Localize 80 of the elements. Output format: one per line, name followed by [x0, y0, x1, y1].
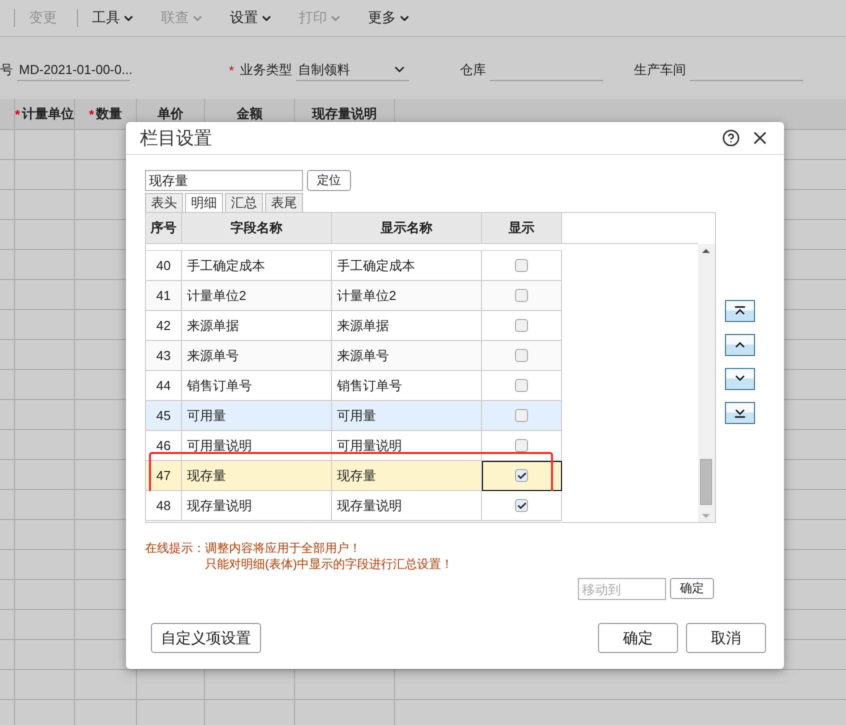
- required-mark: *: [228, 62, 234, 78]
- table-cell: 可用量: [182, 401, 332, 431]
- checkbox[interactable]: [515, 319, 528, 332]
- cancel-button[interactable]: 取消: [686, 623, 766, 653]
- notice-text: 调整内容将应用于全部用户！: [205, 540, 362, 556]
- row-number: 45: [146, 401, 182, 431]
- table-cell: 现存量: [332, 461, 482, 491]
- notice-text: 只能对明细(表体)中显示的字段进行汇总设置！: [205, 556, 454, 572]
- move-top-button[interactable]: [725, 300, 755, 322]
- row-number: 44: [146, 371, 182, 401]
- field-label: 号: [0, 61, 13, 79]
- table-cell: 销售订单号: [332, 371, 482, 401]
- table-cell: 销售订单号: [182, 371, 332, 401]
- table-cell: 现存量说明: [332, 491, 482, 521]
- table-cell: 计量单位2: [332, 281, 482, 311]
- table-cell: 手工确定成本: [182, 251, 332, 281]
- required-mark: *: [14, 106, 20, 122]
- checkbox[interactable]: [515, 289, 528, 302]
- field-label: 仓库: [460, 61, 486, 79]
- table-cell: 可用量说明: [182, 431, 332, 461]
- row-number: 40: [146, 251, 182, 281]
- toolbar-menu[interactable]: 设置: [224, 9, 279, 27]
- table-cell: 计量单位2: [182, 281, 332, 311]
- table-cell: 可用量说明: [332, 431, 482, 461]
- move-top-icon: [732, 305, 748, 317]
- row-number: 48: [146, 491, 182, 521]
- column-header: 序号: [150, 219, 176, 237]
- column-header: 字段名称: [230, 219, 282, 237]
- field-label: 业务类型: [240, 61, 292, 79]
- move-down-button[interactable]: [725, 368, 755, 390]
- row-number: 47: [146, 461, 182, 491]
- column-header: 金额: [236, 105, 262, 123]
- row-number: 46: [146, 431, 182, 461]
- help-icon[interactable]: [722, 129, 740, 147]
- checkbox[interactable]: [515, 469, 528, 482]
- notice-label: 在线提示：: [145, 540, 205, 556]
- move-bottom-icon: [732, 407, 748, 419]
- table-cell: 现存量: [182, 461, 332, 491]
- checkbox[interactable]: [515, 409, 528, 422]
- column-header: 单价: [158, 105, 184, 123]
- column-header: 显示: [508, 219, 534, 237]
- toolbar-menu[interactable]: 更多: [362, 9, 417, 27]
- column-header: 数量: [96, 105, 122, 123]
- scrollbar[interactable]: [698, 244, 715, 522]
- row-number: 41: [146, 281, 182, 311]
- toolbar-menu[interactable]: 工具: [77, 9, 141, 27]
- checkbox[interactable]: [515, 349, 528, 362]
- table-cell: 手工确定成本: [332, 251, 482, 281]
- checkbox[interactable]: [515, 379, 528, 392]
- field-label: 生产车间: [634, 61, 686, 79]
- move-up-button[interactable]: [725, 334, 755, 356]
- move-to-field[interactable]: 移动到: [578, 578, 666, 600]
- table-cell: 现存量说明: [182, 491, 332, 521]
- table-cell: 来源单据: [332, 311, 482, 341]
- column-header: 计量单位: [22, 105, 74, 123]
- tab[interactable]: 汇总: [225, 193, 263, 212]
- checkbox[interactable]: [515, 499, 528, 512]
- locate-button[interactable]: 定位: [307, 170, 351, 191]
- column-header: 显示名称: [380, 219, 432, 237]
- tab[interactable]: 表头: [145, 193, 183, 212]
- move-bottom-button[interactable]: [725, 402, 755, 424]
- tab[interactable]: 表尾: [265, 193, 303, 212]
- type-select[interactable]: 自制领料: [296, 59, 409, 81]
- search-field[interactable]: 现存量: [145, 170, 303, 191]
- confirm-move-button[interactable]: 确定: [670, 578, 714, 599]
- checkbox[interactable]: [515, 439, 528, 452]
- dialog-title: 栏目设置: [140, 127, 213, 150]
- tab[interactable]: 明细: [185, 193, 223, 212]
- required-mark: *: [88, 106, 94, 122]
- ok-button[interactable]: 确定: [598, 623, 678, 653]
- table-cell: 来源单号: [332, 341, 482, 371]
- custom-fields-button[interactable]: 自定义项设置: [151, 623, 261, 653]
- table-cell: 可用量: [332, 401, 482, 431]
- row-number: 42: [146, 311, 182, 341]
- column-header: 现存量说明: [312, 105, 377, 123]
- table-cell: 来源单号: [182, 341, 332, 371]
- checkbox[interactable]: [515, 259, 528, 272]
- text-field[interactable]: MD-2021-01-00-0...: [17, 59, 130, 81]
- row-number: 43: [146, 341, 182, 371]
- table-cell: 来源单据: [182, 311, 332, 341]
